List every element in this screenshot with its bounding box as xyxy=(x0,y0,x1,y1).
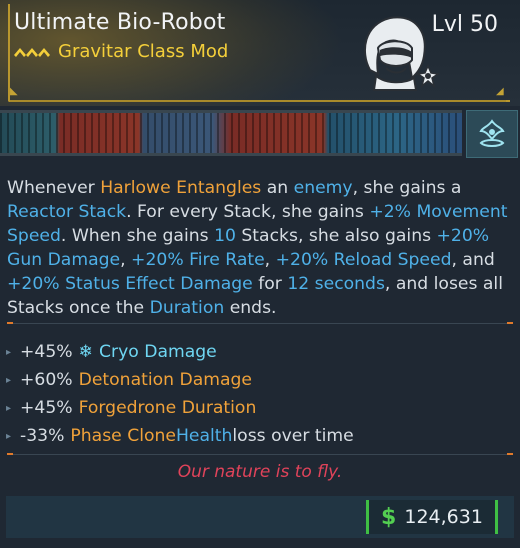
item-header: ◣ ◢ Ultimate Bio-Robot Gravitar Class Mo… xyxy=(0,0,520,106)
item-type: Gravitar Class Mod xyxy=(58,41,229,62)
description-segment: Reactor Stack xyxy=(7,202,127,222)
description-segment: , xyxy=(264,250,276,270)
description-segment: . For every Stack, she gains xyxy=(126,202,370,222)
bullet-arrow-icon: ▸ xyxy=(6,430,12,442)
stat-label: Health xyxy=(176,426,232,446)
dollar-icon: $ xyxy=(381,504,397,530)
description-segment: Harlowe Entangles xyxy=(100,178,262,198)
stat-label: ❄ Cryo Damage xyxy=(79,342,217,362)
stat-list: ▸ +45% ❄ Cryo Damage ▸ +60% Detonation Damage ▸… xyxy=(6,338,512,450)
stripe-border-bottom xyxy=(0,153,462,156)
divider-tick xyxy=(507,322,513,324)
stat-label-text: loss over time xyxy=(232,426,354,446)
corner-mark-icon: ◢ xyxy=(496,86,504,97)
bullet-arrow-icon: ▸ xyxy=(6,374,12,386)
stripe-border-top xyxy=(0,110,462,113)
item-description: Whenever Harlowe Entangles an enemy, she… xyxy=(7,176,513,320)
stat-value: +60% xyxy=(20,370,73,390)
stat-line: ▸ -33% Phase Clone Health loss over time xyxy=(6,422,512,450)
stat-line: ▸ +60% Detonation Damage xyxy=(6,366,512,394)
item-card: ◣ ◢ Ultimate Bio-Robot Gravitar Class Mo… xyxy=(0,0,520,548)
description-segment: Whenever xyxy=(7,178,101,198)
stat-value: -33% xyxy=(20,426,65,446)
item-name: Ultimate Bio-Robot xyxy=(14,10,226,35)
snowflake-icon: ❄ xyxy=(78,342,94,362)
description-segment: . When she gains xyxy=(60,226,215,246)
description-segment: +20% Fire Rate xyxy=(131,250,265,270)
corner-mark-icon: ◣ xyxy=(10,86,18,97)
description-segment: +20% Reload Speed xyxy=(275,250,452,270)
item-level: Lvl 50 xyxy=(431,12,498,37)
description-segment: , she gains a xyxy=(352,178,462,198)
stat-label-text: Forgedrone Duration xyxy=(78,398,257,418)
stat-label: Forgedrone Duration xyxy=(79,398,257,418)
divider xyxy=(7,323,513,324)
price-amount: 124,631 xyxy=(404,506,483,528)
flavor-text: Our nature is to fly. xyxy=(177,462,343,482)
manufacturer-stripe-bar xyxy=(0,110,462,156)
stat-value: +45% xyxy=(20,342,73,362)
element-badge xyxy=(466,110,518,158)
stat-label-text: Health xyxy=(175,426,233,446)
price-tag: $ 124,631 xyxy=(366,500,498,534)
rarity-chevrons-icon xyxy=(14,47,50,57)
stat-line: ▸ +45% Forgedrone Duration xyxy=(6,394,512,422)
stat-label-text: Detonation Damage xyxy=(78,370,253,390)
item-type-row: Gravitar Class Mod xyxy=(14,41,228,62)
element-badge-icon xyxy=(479,119,505,147)
stat-label-text: Phase Clone xyxy=(70,426,176,446)
description-segment: , xyxy=(120,250,132,270)
description-segment: Duration xyxy=(149,298,225,318)
description-segment: an xyxy=(261,178,294,198)
stat-line: ▸ +45% ❄ Cryo Damage xyxy=(6,338,512,366)
stat-label: loss over time xyxy=(232,426,353,446)
divider-tick xyxy=(7,322,13,324)
gravitar-portrait-icon xyxy=(363,16,440,91)
description-segment: enemy xyxy=(293,178,353,198)
divider xyxy=(7,454,513,455)
description-segment: , and xyxy=(451,250,495,270)
description-segment: 10 xyxy=(214,226,236,246)
header-frame-line xyxy=(10,100,506,102)
description-segment: for xyxy=(252,274,288,294)
description-segment: ends. xyxy=(224,298,277,318)
description-segment: Stacks, she also gains xyxy=(235,226,437,246)
stat-label-text: Cryo Damage xyxy=(99,342,217,362)
description-segment: +20% Status Effect Damage xyxy=(7,274,253,294)
stat-label: Detonation Damage xyxy=(79,370,252,390)
stat-label: Phase Clone xyxy=(70,426,176,446)
divider-tick xyxy=(7,453,13,455)
bullet-arrow-icon: ▸ xyxy=(6,346,12,358)
stat-value: +45% xyxy=(20,398,73,418)
bullet-arrow-icon: ▸ xyxy=(6,402,12,414)
divider-tick xyxy=(507,453,513,455)
description-segment: 12 seconds xyxy=(287,274,385,294)
